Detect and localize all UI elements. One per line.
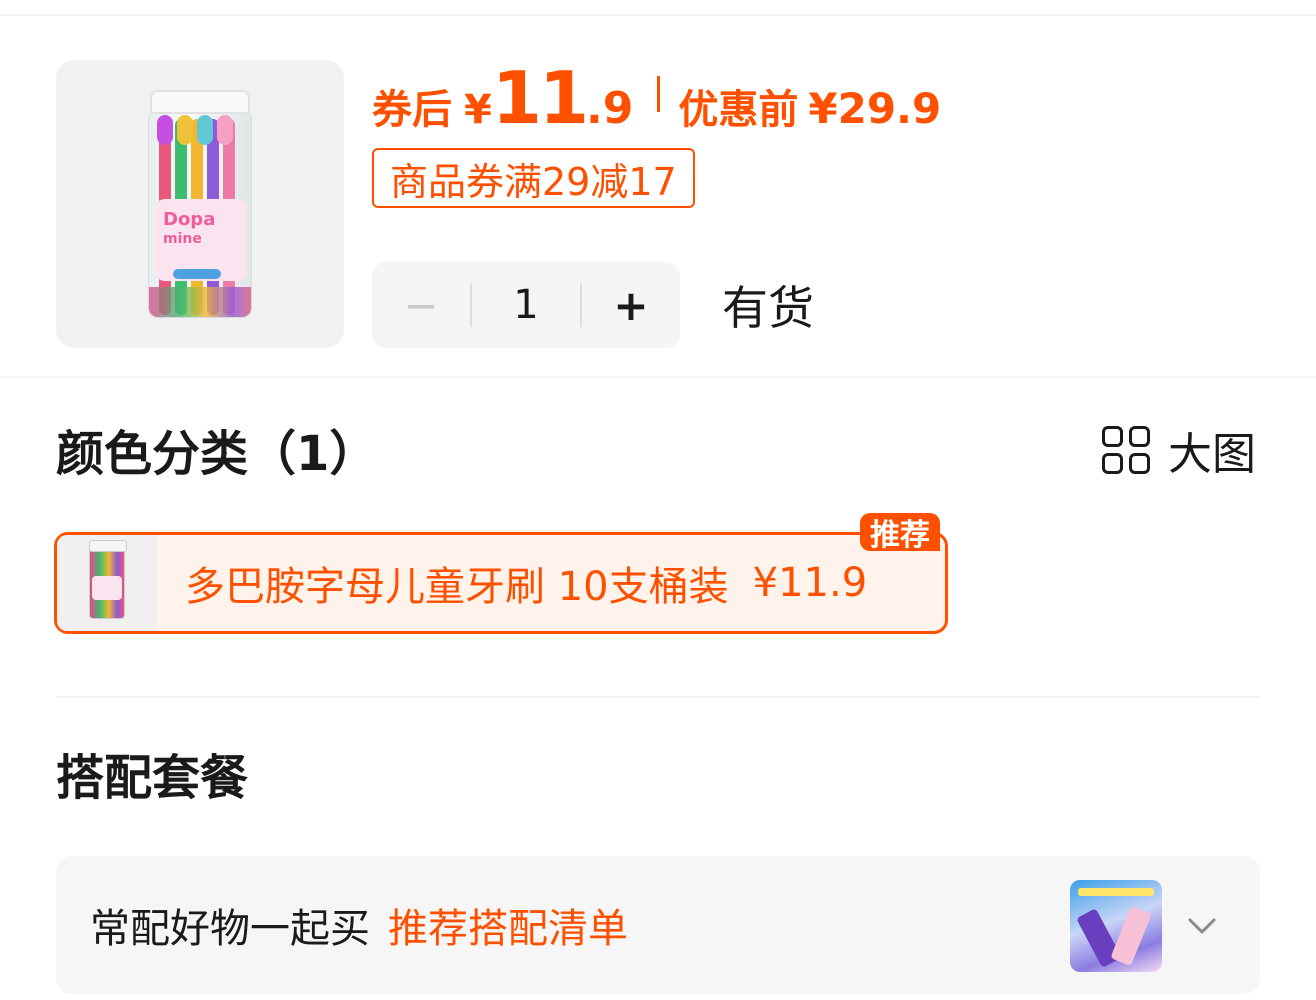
bundle-product-image (1070, 880, 1162, 972)
sku-option[interactable]: 多巴胺字母儿童牙刷 10支桶装 ¥11.9 (54, 532, 948, 634)
bundle-text: 常配好物一起买 (90, 906, 370, 952)
product-image[interactable]: Dopa mine (56, 60, 344, 348)
sku-price: ¥11.9 (752, 560, 868, 606)
toothbrush-jar-icon (89, 540, 127, 619)
bundle-card[interactable]: 常配好物一起买 推荐搭配清单 (56, 856, 1260, 994)
sku-name: 多巴胺字母儿童牙刷 10支桶装 (185, 564, 729, 610)
grid-icon (1102, 426, 1150, 474)
coupon-tag[interactable]: 商品券满29减17 (372, 148, 695, 208)
original-price-label: 优惠前 (678, 87, 799, 133)
section-divider (56, 696, 1260, 698)
price-decimal: .9 (586, 83, 634, 134)
quantity-value[interactable]: 1 (472, 282, 580, 328)
chevron-down-icon[interactable] (1182, 906, 1222, 946)
sku-thumbnail (57, 535, 157, 631)
price-prefix: 券后 (372, 87, 452, 133)
jar-label-brand-2: mine (163, 231, 202, 247)
decrease-button[interactable]: − (372, 262, 470, 348)
big-view-toggle[interactable]: 大图 (1102, 418, 1256, 482)
price-row: 券后 ¥ 11 .9 优惠前 ¥29.9 (372, 56, 942, 140)
bundle-section-title: 搭配套餐 (56, 750, 249, 806)
original-price: ¥29.9 (808, 84, 942, 133)
top-divider (0, 14, 1316, 16)
price-separator (657, 76, 661, 112)
quantity-stepper: − 1 + (372, 262, 680, 348)
increase-button[interactable]: + (582, 262, 680, 348)
bundle-link[interactable]: 推荐搭配清单 (388, 896, 628, 954)
price-integer: 11 (491, 56, 589, 140)
toothbrush-jar-image: Dopa mine (148, 90, 252, 318)
color-section-title: 颜色分类（1） (56, 426, 378, 482)
jar-label-brand: Dopa (163, 209, 216, 230)
section-divider (0, 376, 1316, 378)
stock-status: 有货 (722, 281, 814, 335)
big-view-label: 大图 (1168, 429, 1256, 480)
price-currency: ¥ (464, 87, 492, 133)
recommend-badge: 推荐 (860, 513, 940, 553)
